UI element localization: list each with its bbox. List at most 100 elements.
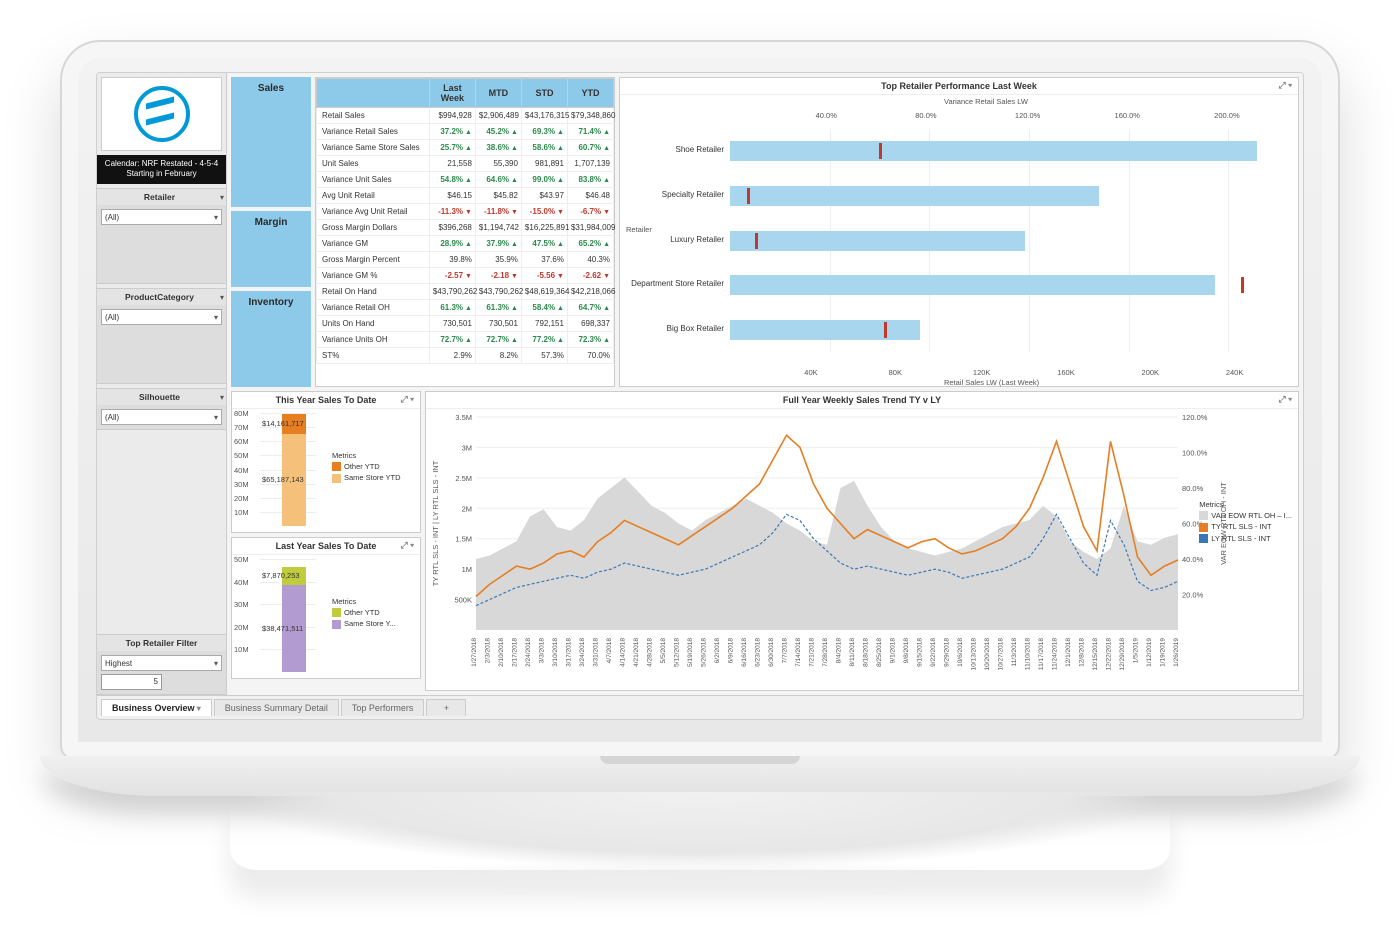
svg-text:10/13/2018: 10/13/2018: [971, 638, 978, 671]
kpi-value: 38.6%: [475, 140, 521, 156]
kpi-value: 37.2%: [429, 124, 475, 140]
top-retailer-performance-pane: Top Retailer Performance Last Week ⤢ ▾ V…: [619, 77, 1299, 387]
kpi-col-header: MTD: [475, 79, 521, 108]
axis-tick: 160.0%: [1115, 111, 1140, 120]
kpi-metric-name: Variance Retail OH: [317, 300, 430, 316]
filter-dropdown-retailer[interactable]: (All)▾: [101, 209, 222, 225]
kpi-value: $45.82: [475, 188, 521, 204]
retailer-row-label: Big Box Retailer: [624, 324, 724, 333]
svg-text:5/12/2018: 5/12/2018: [674, 638, 681, 667]
expand-icon[interactable]: ⤢ ▾: [401, 540, 414, 551]
svg-text:12/15/2018: 12/15/2018: [1092, 638, 1099, 671]
svg-text:80.0%: 80.0%: [1182, 484, 1204, 493]
axis-tick: 10M: [234, 508, 249, 517]
svg-text:12/8/2018: 12/8/2018: [1079, 638, 1086, 667]
kpi-metric-name: Variance Unit Sales: [317, 172, 430, 188]
kpi-row: Variance GM %-2.57-2.18-5.56-2.62: [317, 268, 614, 284]
filter-label: ProductCategory: [125, 292, 194, 302]
axis-tick: 200.0%: [1214, 111, 1239, 120]
same-store-value-label: $38,471,511: [262, 624, 303, 633]
legend-item: Same Store Y...: [332, 619, 396, 629]
gridline: [1228, 129, 1229, 352]
svg-text:120.0%: 120.0%: [1182, 413, 1208, 422]
svg-text:11/24/2018: 11/24/2018: [1052, 638, 1059, 670]
kpi-value: 60.7%: [567, 140, 613, 156]
axis-tick: 50M: [234, 555, 249, 564]
kpi-value: 71.4%: [567, 124, 613, 140]
kpi-value: 72.7%: [429, 332, 475, 348]
filter-dropdown-silhouette[interactable]: (All)▾: [101, 409, 222, 425]
retailer-sales-bar: [730, 186, 1099, 206]
expand-icon[interactable]: ⤢ ▾: [401, 394, 414, 405]
kpi-value: 47.5%: [521, 236, 567, 252]
kpi-row: Variance Units OH72.7%72.7%77.2%72.3%: [317, 332, 614, 348]
kpi-col-header: Last Week: [429, 79, 475, 108]
kpi-value: 61.3%: [429, 300, 475, 316]
filter-label: Silhouette: [139, 392, 180, 402]
kpi-col-header: STD: [521, 79, 567, 108]
tab-top-performers[interactable]: Top Performers: [341, 699, 425, 716]
axis-tick: 30M: [234, 600, 249, 609]
kpi-value: -5.56: [521, 268, 567, 284]
kpi-row: Variance Retail OH61.3%61.3%58.4%64.7%: [317, 300, 614, 316]
section-sales-label: Sales: [231, 77, 311, 207]
filter-header: Silhouette▾: [97, 389, 226, 405]
legend-item: Other YTD: [332, 462, 401, 472]
sidebar-panel: Calendar: NRF Restated - 4-5-4 Starting …: [97, 73, 227, 695]
svg-text:500K: 500K: [454, 596, 472, 605]
kpi-row: Gross Margin Percent39.8%35.9%37.6%40.3%: [317, 252, 614, 268]
svg-text:11/3/2018: 11/3/2018: [1011, 638, 1018, 667]
kpi-value: $396,268: [429, 220, 475, 236]
svg-text:6/23/2018: 6/23/2018: [755, 638, 762, 667]
kpi-value: -2.57: [429, 268, 475, 284]
kpi-col-header: YTD: [567, 79, 613, 108]
kpi-row: ST%2.9%8.2%57.3%70.0%: [317, 348, 614, 364]
svg-text:9/29/2018: 9/29/2018: [944, 638, 951, 667]
axis-tick: 200K: [1142, 368, 1160, 377]
kpi-row: Retail On Hand$43,790,262$43,790,262$48,…: [317, 284, 614, 300]
kpi-value: $43,790,262: [429, 284, 475, 300]
kpi-value: $43,790,262: [475, 284, 521, 300]
kpi-value: $1,194,742: [475, 220, 521, 236]
kpi-table-pane: Last WeekMTDSTDYTD Retail Sales$994,928$…: [315, 77, 615, 387]
top-retailer-count-input[interactable]: 5: [101, 674, 162, 690]
kpi-value: $43,176,315: [521, 108, 567, 124]
axis-tick: 120K: [973, 368, 991, 377]
kpi-value: 792,151: [521, 316, 567, 332]
legend-item: TY RTL SLS - INT: [1199, 522, 1292, 532]
expand-icon[interactable]: ⤢ ▾: [1279, 80, 1292, 91]
weekly-trend-chart: 500K1M1.5M2M2.5M3M3.5M20.0%40.0%60.0%80.…: [426, 409, 1298, 690]
filter-dropdown-productcategory[interactable]: (All)▾: [101, 309, 222, 325]
tab-business-overview[interactable]: Business Overview: [101, 699, 212, 716]
axis-tick: 80.0%: [915, 111, 936, 120]
svg-text:4/28/2018: 4/28/2018: [647, 638, 654, 667]
svg-text:2M: 2M: [462, 504, 472, 513]
svg-text:12/1/2018: 12/1/2018: [1065, 638, 1072, 667]
kpi-metric-name: Gross Margin Percent: [317, 252, 430, 268]
top-retailer-filter-block: Top Retailer Filter Highest ▾ 5: [97, 634, 226, 695]
calendar-banner: Calendar: NRF Restated - 4-5-4 Starting …: [97, 155, 226, 184]
axis-tick: 40.0%: [816, 111, 837, 120]
svg-text:8/11/2018: 8/11/2018: [849, 638, 856, 667]
this-year-sales-chart: 10M20M30M40M50M60M70M80M$65,187,143$14,1…: [232, 409, 420, 532]
top-retailer-filter-dropdown[interactable]: Highest ▾: [101, 655, 222, 671]
gridline: [1029, 129, 1030, 352]
last-year-title: Last Year Sales To Date: [276, 541, 377, 551]
tab-add-button[interactable]: +: [426, 699, 466, 716]
kpi-value: 70.0%: [567, 348, 613, 364]
trend-legend: Metrics VAR EOW RTL OH – I... TY RTL SLS…: [1199, 500, 1292, 546]
retailer-perf-title-text: Top Retailer Performance Last Week: [881, 81, 1037, 91]
axis-tick: 30M: [234, 480, 249, 489]
svg-text:4/14/2018: 4/14/2018: [620, 638, 627, 667]
top-retailer-filter-value: Highest: [105, 659, 132, 668]
kpi-row: Variance Retail Sales37.2%45.2%69.3%71.4…: [317, 124, 614, 140]
expand-icon[interactable]: ⤢ ▾: [1279, 394, 1292, 405]
kpi-metric-name: Variance GM %: [317, 268, 430, 284]
gridline: [260, 559, 316, 560]
tab-business-summary-detail[interactable]: Business Summary Detail: [214, 699, 339, 716]
retailer-row-label: Luxury Retailer: [624, 235, 724, 244]
legend-item: VAR EOW RTL OH – I...: [1199, 511, 1292, 521]
svg-text:8/25/2018: 8/25/2018: [876, 638, 883, 667]
section-margin-label: Margin: [231, 211, 311, 287]
kpi-value: $43.97: [521, 188, 567, 204]
